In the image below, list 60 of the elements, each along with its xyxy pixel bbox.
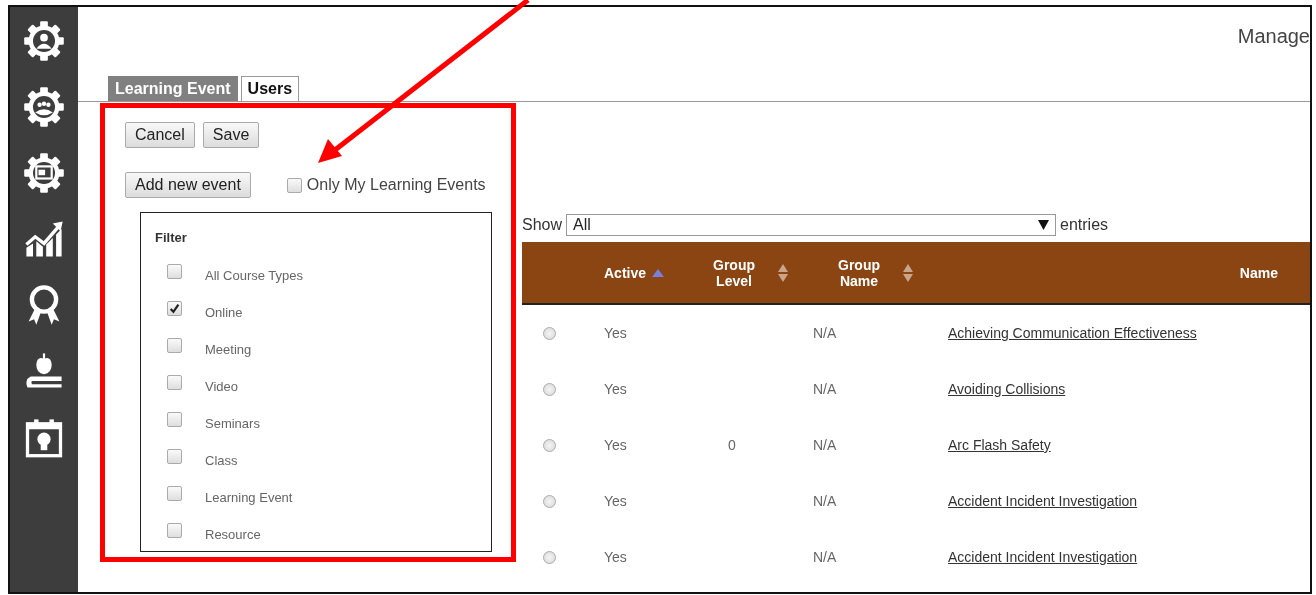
row-radio[interactable] (543, 494, 556, 508)
add-event-button[interactable]: Add new event (125, 172, 251, 198)
gear-group-icon[interactable] (22, 85, 66, 129)
dropdown-arrow-icon (1038, 220, 1050, 230)
event-name-link[interactable]: Accident Incident Investigation (948, 549, 1138, 565)
checkbox[interactable] (167, 412, 182, 427)
checkbox[interactable] (167, 264, 182, 279)
row-radio[interactable] (543, 438, 556, 452)
page-title: Manage (1237, 25, 1310, 48)
filter-option-label: Learning Event (205, 490, 293, 505)
event-name-link[interactable]: Accident Incident Investigation (948, 493, 1138, 509)
table-cell: N/A (813, 325, 837, 341)
checkbox[interactable] (167, 523, 182, 538)
filter-option-label: Class (205, 453, 238, 468)
row-radio[interactable] (543, 550, 556, 564)
tab[interactable]: Learning Event (108, 76, 238, 101)
checkbox-label: Only My Learning Events (306, 176, 486, 194)
row-radio[interactable] (543, 326, 556, 340)
table-cell: 0 (728, 437, 736, 453)
table-cell: N/A (813, 493, 837, 509)
filter-option-label: Online (205, 305, 243, 320)
entries-label: entries (1060, 216, 1109, 234)
event-name-link[interactable]: Arc Flash Safety (948, 437, 1051, 453)
gear-person-icon[interactable] (22, 19, 66, 63)
sort-ascending-icon[interactable] (652, 268, 665, 277)
table-cell: N/A (813, 381, 837, 397)
filter-option-label: All Course Types (205, 268, 304, 283)
table-cell: Yes (604, 493, 627, 509)
column-header[interactable]: Name (1239, 264, 1278, 281)
sort-icon[interactable] (903, 263, 913, 282)
show-label: Show (522, 216, 563, 234)
action-button[interactable]: Save (202, 122, 260, 148)
table-cell: Yes (604, 549, 627, 565)
filter-option-label: Video (205, 379, 238, 394)
table-cell: N/A (813, 437, 837, 453)
gear-screen-icon[interactable] (22, 151, 66, 195)
tab[interactable]: Users (240, 76, 300, 101)
table-cell: Yes (604, 381, 627, 397)
filter-title: Filter (155, 230, 188, 245)
checkbox[interactable] (286, 177, 302, 193)
column-header[interactable]: Group Level (704, 256, 764, 289)
column-header[interactable]: Group Name (829, 256, 889, 289)
entries-dropdown[interactable]: All (566, 214, 1057, 236)
table-cell: N/A (813, 549, 837, 565)
event-name-link[interactable]: Avoiding Collisions (948, 381, 1066, 397)
table-cell: Yes (604, 437, 627, 453)
checkbox[interactable] (167, 301, 182, 316)
sort-icon[interactable] (778, 263, 788, 282)
checkbox[interactable] (167, 375, 182, 390)
filter-option-label: Seminars (205, 416, 260, 431)
action-button[interactable]: Cancel (125, 122, 195, 148)
filter-option-label: Resource (205, 527, 261, 542)
filter-option-label: Meeting (205, 342, 252, 357)
checkbox[interactable] (167, 486, 182, 501)
table-cell: Yes (604, 325, 627, 341)
checkbox[interactable] (167, 449, 182, 464)
event-name-link[interactable]: Achieving Communication Effectiveness (948, 325, 1197, 341)
checkbox[interactable] (167, 338, 182, 353)
row-radio[interactable] (543, 382, 556, 396)
column-header[interactable]: Active (604, 264, 647, 281)
